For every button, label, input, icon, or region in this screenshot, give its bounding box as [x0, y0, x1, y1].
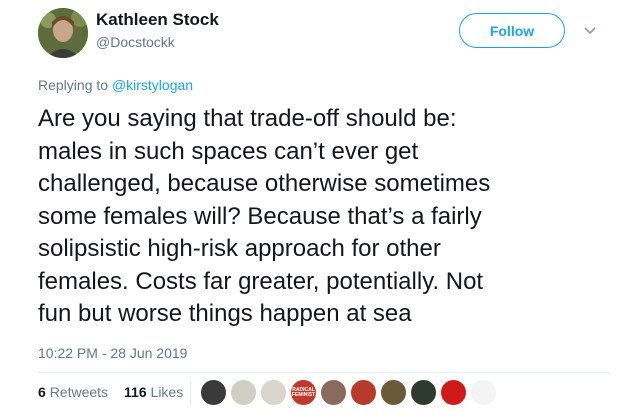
liker-avatar-2[interactable]	[230, 379, 257, 406]
liker-avatar-10[interactable]	[470, 379, 497, 406]
liker-avatar-5[interactable]	[320, 379, 347, 406]
retweets-stat[interactable]: 6 Retweets	[38, 384, 108, 400]
divider	[38, 372, 610, 373]
stats-separator	[190, 380, 191, 406]
liker-avatar-4[interactable]: RADICAL FEMINIST	[290, 379, 317, 406]
likes-count: 116	[124, 384, 147, 400]
author-avatar[interactable]	[38, 8, 88, 58]
author-handle[interactable]: @Docstockk	[96, 34, 175, 50]
replying-to: Replying to @kirstylogan	[38, 77, 193, 93]
tweet-stats: 6 Retweets 116 Likes	[38, 384, 183, 400]
liker-avatar-6[interactable]	[350, 379, 377, 406]
liker-avatar-9[interactable]	[440, 379, 467, 406]
liker-avatar-7[interactable]	[380, 379, 407, 406]
liker-avatar-3[interactable]	[260, 379, 287, 406]
liker-avatars: RADICAL FEMINIST	[200, 379, 500, 406]
likes-stat[interactable]: 116 Likes	[124, 384, 183, 400]
retweets-count: 6	[38, 384, 46, 400]
retweets-label: Retweets	[49, 384, 109, 400]
likes-label: Likes	[150, 384, 184, 400]
replying-prefix: Replying to	[38, 77, 112, 93]
author-name[interactable]: Kathleen Stock	[96, 10, 219, 30]
chevron-down-icon[interactable]	[583, 24, 597, 38]
tweet-text: Are you saying that trade-off should be:…	[38, 105, 491, 327]
liker-avatar-1[interactable]	[200, 379, 227, 406]
follow-button[interactable]: Follow	[459, 13, 565, 48]
tweet-timestamp[interactable]: 10:22 PM - 28 Jun 2019	[38, 345, 187, 361]
reply-mention-link[interactable]: @kirstylogan	[112, 77, 193, 93]
liker-avatar-8[interactable]	[410, 379, 437, 406]
